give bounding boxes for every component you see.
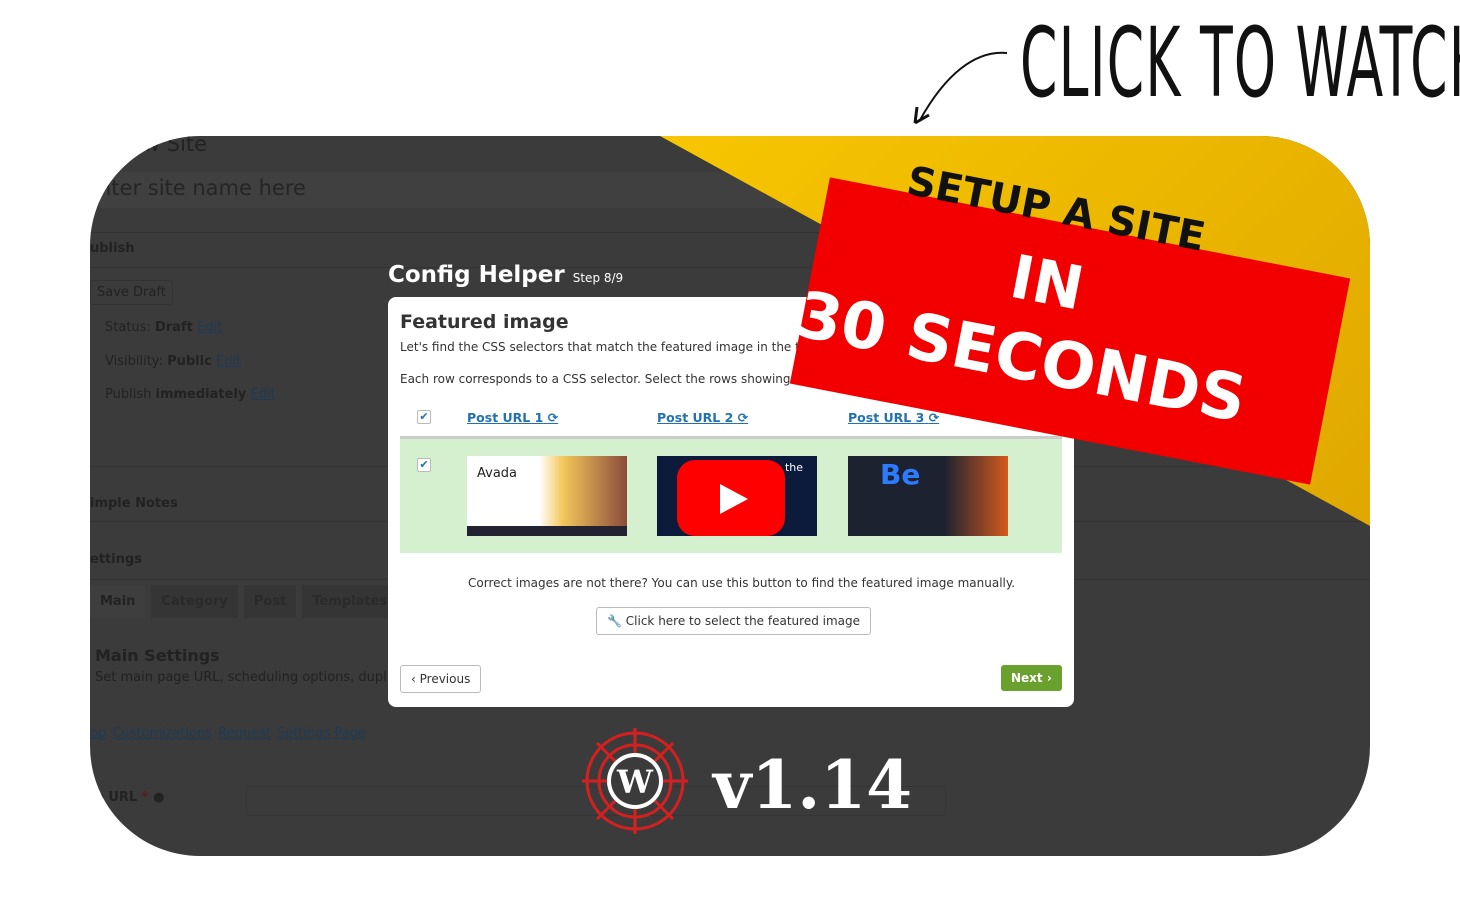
hint-text: Correct images are not there? You can us…: [468, 576, 1016, 590]
settings-page-link[interactable]: Settings Page: [277, 726, 366, 741]
thumbnail-2: the: [657, 456, 817, 536]
post-url-1-link[interactable]: Post URL 1 ⟳: [467, 410, 558, 425]
step-indicator: Step 8/9: [572, 271, 624, 285]
post-url-3-link[interactable]: Post URL 3 ⟳: [848, 410, 939, 425]
tab-post[interactable]: Post: [243, 585, 297, 618]
thumbnail-1: Avada: [467, 456, 627, 536]
selector-row[interactable]: ✔ Avada the Be: [400, 436, 1062, 553]
post-url-2-link[interactable]: Post URL 2 ⟳: [657, 410, 748, 425]
status-label: Status:: [105, 320, 151, 335]
request-link[interactable]: Request: [218, 726, 271, 741]
status-value: Draft: [154, 320, 193, 335]
edit-visibility-link[interactable]: Edit: [216, 354, 241, 369]
wordpress-spider-logo: W: [582, 728, 688, 834]
modal-desc1: Let's find the CSS selectors that match …: [400, 340, 808, 354]
config-helper-title: Config Helper Step 8/9: [388, 262, 624, 288]
wrench-icon: 🔧: [607, 614, 622, 628]
title-input[interactable]: nter site name here: [98, 176, 306, 200]
previous-button[interactable]: ‹ Previous: [400, 665, 482, 693]
tab-templates[interactable]: Templates: [302, 585, 398, 618]
save-draft-button[interactable]: Save Draft: [90, 280, 173, 305]
thumbnail-3: Be: [848, 456, 1008, 536]
refresh-icon: ⟳: [547, 410, 559, 425]
svg-text:W: W: [616, 763, 654, 801]
customizations-link[interactable]: Customizations: [112, 726, 212, 741]
video-thumbnail[interactable]: ew Site nter site name here ublish Save …: [90, 136, 1370, 856]
publish-heading: ublish: [90, 241, 135, 256]
visibility-value: Public: [167, 354, 212, 369]
visibility-label: Visibility:: [105, 354, 163, 369]
publish-value: immediately: [155, 387, 247, 402]
notes-heading: imple Notes: [90, 496, 178, 511]
info-icon: ●: [153, 790, 165, 805]
select-featured-image-button[interactable]: 🔧 Click here to select the featured imag…: [596, 607, 872, 635]
url-label: e URL: [95, 790, 138, 805]
arrow-icon: [913, 51, 1008, 125]
click-to-watch-text: CLICK TO WATCH: [1020, 7, 1460, 119]
row-checkbox[interactable]: ✔: [417, 458, 431, 472]
refresh-icon: ⟳: [737, 410, 749, 425]
select-all-checkbox[interactable]: ✔: [417, 410, 431, 424]
page-title: ew Site: [130, 136, 208, 156]
version-label: v1.14: [713, 746, 913, 824]
edit-status-link[interactable]: Edit: [197, 320, 222, 335]
top-link[interactable]: op: [90, 726, 106, 741]
modal-heading: Featured image: [400, 311, 569, 333]
required-mark: *: [141, 790, 149, 805]
main-settings-desc: Set main page URL, scheduling options, d…: [95, 670, 431, 685]
tab-main[interactable]: Main: [90, 585, 146, 618]
settings-heading: ettings: [90, 552, 142, 567]
banner-line2: IN: [1004, 242, 1090, 325]
main-settings-title: Main Settings: [95, 646, 220, 665]
tab-category[interactable]: Category: [151, 585, 238, 618]
edit-publish-link[interactable]: Edit: [251, 387, 276, 402]
publish-label: Publish: [105, 387, 152, 402]
youtube-play-button[interactable]: [677, 460, 785, 536]
next-button[interactable]: Next ›: [1001, 665, 1062, 691]
